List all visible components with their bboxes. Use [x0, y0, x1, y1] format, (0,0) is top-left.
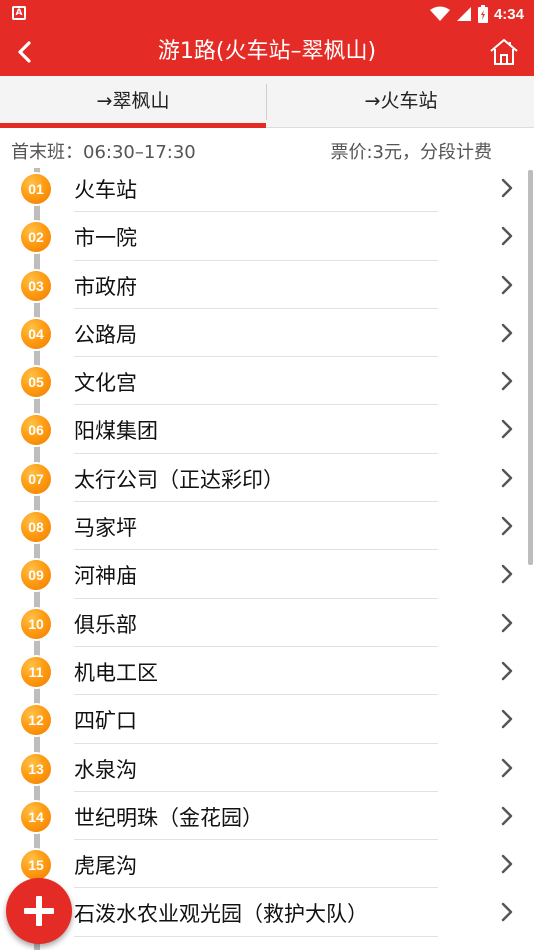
station-name: 市一院 [74, 226, 137, 251]
fare-info: 票价:3元，分段计费 [330, 142, 492, 163]
station-item[interactable]: 02 市一院 [0, 212, 534, 261]
station-item[interactable]: 06 阳煤集团 [0, 405, 534, 454]
status-bar: A 4:34 [0, 0, 534, 28]
first-last-bus-time: 首末班：06:30–17:30 [11, 142, 196, 163]
system-tray: 4:34 [429, 2, 524, 26]
chevron-right-icon [501, 565, 513, 584]
direction-tabs: →翠枫山 →火车站 [0, 76, 534, 128]
chevron-right-icon [501, 275, 513, 294]
station-name: 虎尾沟 [74, 854, 137, 879]
station-name: 俱乐部 [74, 612, 137, 637]
station-name: 文化宫 [74, 371, 137, 396]
station-item[interactable]: 04 公路局 [0, 309, 534, 358]
station-item[interactable]: 09 河神庙 [0, 550, 534, 599]
station-name: 公路局 [74, 322, 137, 347]
station-name: 水泉沟 [74, 757, 137, 782]
notification-icon: A [12, 6, 26, 20]
chevron-right-icon [501, 710, 513, 729]
station-item[interactable]: 14 世纪明珠（金花园） [0, 792, 534, 841]
station-number-badge: 05 [21, 367, 51, 398]
station-number-badge: 09 [21, 560, 51, 591]
chevron-right-icon [501, 661, 513, 681]
station-item[interactable]: 07 太行公司（正达彩印） [0, 454, 534, 503]
chevron-right-icon [501, 854, 513, 874]
chevron-right-icon [501, 420, 513, 439]
station-name: 马家坪 [74, 516, 137, 541]
page-title: 游1路(火车站–翠枫山) [157, 39, 377, 64]
station-item[interactable]: 10 俱乐部 [0, 599, 534, 647]
station-name: 世纪明珠（金花园） [74, 805, 263, 830]
battery-icon [477, 5, 488, 23]
row-divider [74, 935, 438, 937]
home-icon[interactable] [488, 36, 520, 68]
station-item[interactable]: 12 四矿口 [0, 695, 534, 744]
chevron-right-icon [501, 371, 513, 391]
back-arrow-icon[interactable] [12, 38, 38, 66]
station-name: 太行公司（正达彩印） [74, 467, 284, 492]
station-item[interactable]: 08 马家坪 [0, 502, 534, 551]
station-number-badge: 06 [21, 415, 51, 446]
wifi-icon [429, 6, 450, 21]
station-number-badge: 01 [21, 174, 51, 204]
clock: 4:34 [493, 5, 524, 23]
title-bar: 游1路(火车站–翠枫山) [0, 28, 534, 76]
tab-divider [266, 84, 267, 120]
station-item[interactable]: 16石泼水农业观光园（救护大队） [0, 888, 534, 937]
chevron-right-icon [501, 468, 513, 487]
station-name: 河神庙 [74, 564, 137, 589]
chevron-right-icon [501, 758, 513, 777]
station-number-badge: 13 [21, 753, 51, 784]
station-item[interactable]: 01 火车站 [0, 164, 534, 213]
station-number-badge: 07 [21, 463, 51, 494]
chevron-right-icon [501, 227, 513, 246]
station-item[interactable]: 15 虎尾沟 [0, 840, 534, 889]
chevron-right-icon [501, 903, 513, 922]
station-number-badge: 12 [21, 705, 51, 736]
chevron-right-icon [501, 613, 513, 632]
add-button[interactable] [6, 878, 72, 944]
station-item[interactable]: 03 市政府 [0, 261, 534, 309]
plus-icon-vertical [36, 896, 42, 926]
station-number-badge: 02 [21, 222, 51, 253]
station-name: 四矿口 [74, 709, 137, 734]
station-number-badge: 14 [21, 801, 51, 832]
station-name: 机电工区 [74, 660, 158, 685]
scrollbar[interactable] [528, 170, 533, 565]
station-number-badge: 04 [21, 318, 51, 349]
station-number-badge: 10 [21, 608, 51, 639]
station-item[interactable]: 05 文化宫 [0, 357, 534, 406]
station-number-badge: 03 [21, 270, 51, 301]
chevron-right-icon [501, 806, 513, 826]
station-number-badge: 15 [21, 850, 51, 881]
station-name: 阳煤集团 [74, 419, 158, 444]
chevron-right-icon [501, 323, 513, 343]
station-list: 01 火车站 02 市一院 03 市政府 04 公路局 05 文化宫 06 阳煤集团 07 太行公司（正达… [0, 164, 534, 937]
station-name: 石泼水农业观光园（救护大队） [74, 902, 368, 927]
station-item[interactable]: 11 机电工区 [0, 647, 534, 696]
station-name: 市政府 [74, 274, 137, 299]
chevron-right-icon [501, 516, 513, 536]
signal-icon [456, 7, 471, 21]
app-screen: A 4:34 游1路(火车站–翠枫山) →翠枫山 →火车站 首末班：06:30–… [0, 0, 534, 950]
active-tab-indicator [0, 123, 266, 128]
tab-to-cuifengshan[interactable]: →翠枫山 [0, 76, 266, 128]
station-name: 火车站 [74, 178, 137, 202]
tab-to-huochezhan[interactable]: →火车站 [268, 76, 534, 128]
station-number-badge: 11 [21, 656, 51, 687]
station-number-badge: 08 [21, 512, 51, 543]
station-item[interactable]: 13 水泉沟 [0, 744, 534, 792]
route-info: 首末班：06:30–17:30 票价:3元，分段计费 [0, 134, 534, 166]
chevron-right-icon [501, 178, 513, 198]
